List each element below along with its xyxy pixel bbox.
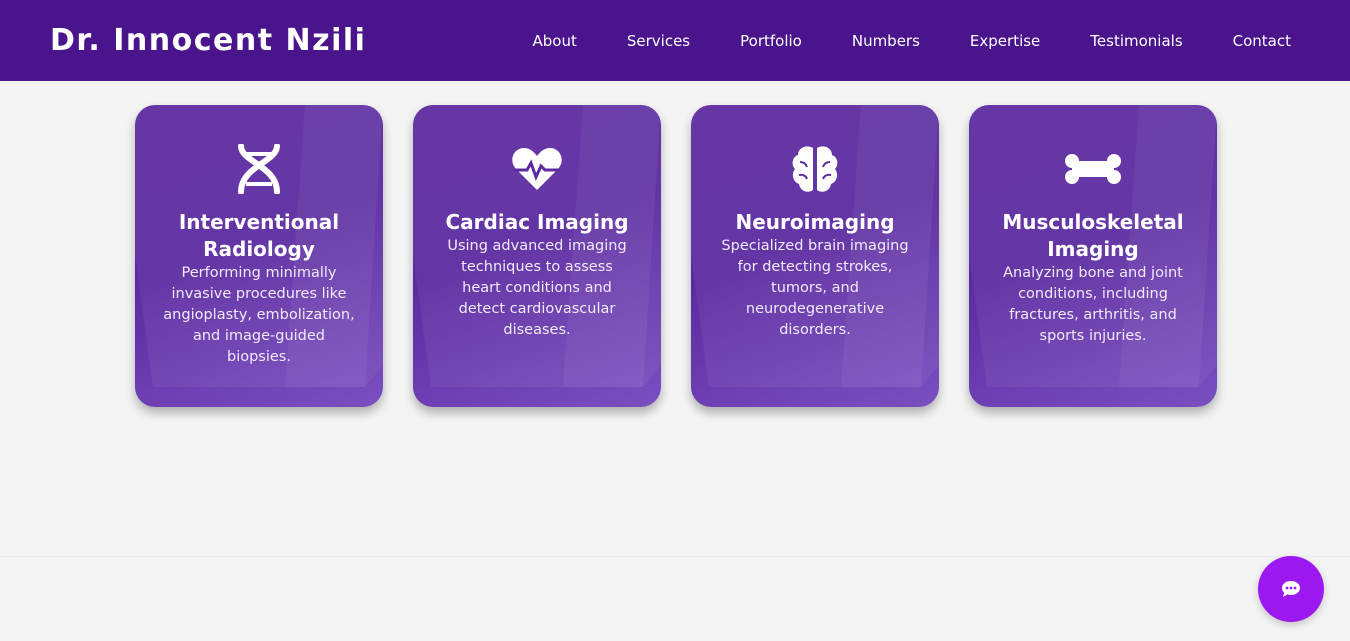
expertise-section: Interventional Radiology Performing mini…	[0, 81, 1350, 556]
service-description: Performing minimally invasive procedures…	[163, 265, 355, 365]
service-description: Using advanced imaging techniques to ass…	[447, 238, 627, 338]
nav-link-about[interactable]: About	[508, 32, 602, 50]
nav-link-expertise[interactable]: Expertise	[945, 32, 1065, 50]
service-card-interventional-radiology: Interventional Radiology Performing mini…	[135, 105, 383, 407]
service-description: Specialized brain imaging for detecting …	[721, 238, 909, 338]
page-footer-area	[0, 556, 1350, 641]
bone-icon	[991, 143, 1195, 195]
main-nav: About Services Portfolio Numbers Experti…	[508, 32, 1317, 50]
service-description: Analyzing bone and joint conditions, inc…	[1003, 265, 1183, 344]
service-title: Musculoskeletal Imaging	[1002, 210, 1184, 261]
nav-link-testimonials[interactable]: Testimonials	[1065, 32, 1207, 50]
dna-icon	[157, 143, 361, 195]
chat-bubble-icon	[1282, 581, 1300, 597]
service-card-cardiac-imaging: Cardiac Imaging Using advanced imaging t…	[413, 105, 661, 407]
service-title: Cardiac Imaging	[445, 210, 629, 234]
service-card-neuroimaging: Neuroimaging Specialized brain imaging f…	[691, 105, 939, 407]
chat-button[interactable]	[1258, 556, 1324, 622]
service-title: Neuroimaging	[735, 210, 895, 234]
nav-link-services[interactable]: Services	[602, 32, 715, 50]
brain-icon	[713, 143, 917, 195]
site-header: Dr. Innocent Nzili About Services Portfo…	[0, 0, 1350, 81]
nav-link-portfolio[interactable]: Portfolio	[715, 32, 827, 50]
service-cards: Interventional Radiology Performing mini…	[135, 105, 1217, 407]
nav-link-numbers[interactable]: Numbers	[827, 32, 945, 50]
site-brand[interactable]: Dr. Innocent Nzili	[50, 23, 366, 58]
heart-pulse-icon	[435, 143, 639, 195]
service-title: Interventional Radiology	[178, 210, 340, 261]
service-card-musculoskeletal-imaging: Musculoskeletal Imaging Analyzing bone a…	[969, 105, 1217, 407]
nav-link-contact[interactable]: Contact	[1208, 32, 1316, 50]
